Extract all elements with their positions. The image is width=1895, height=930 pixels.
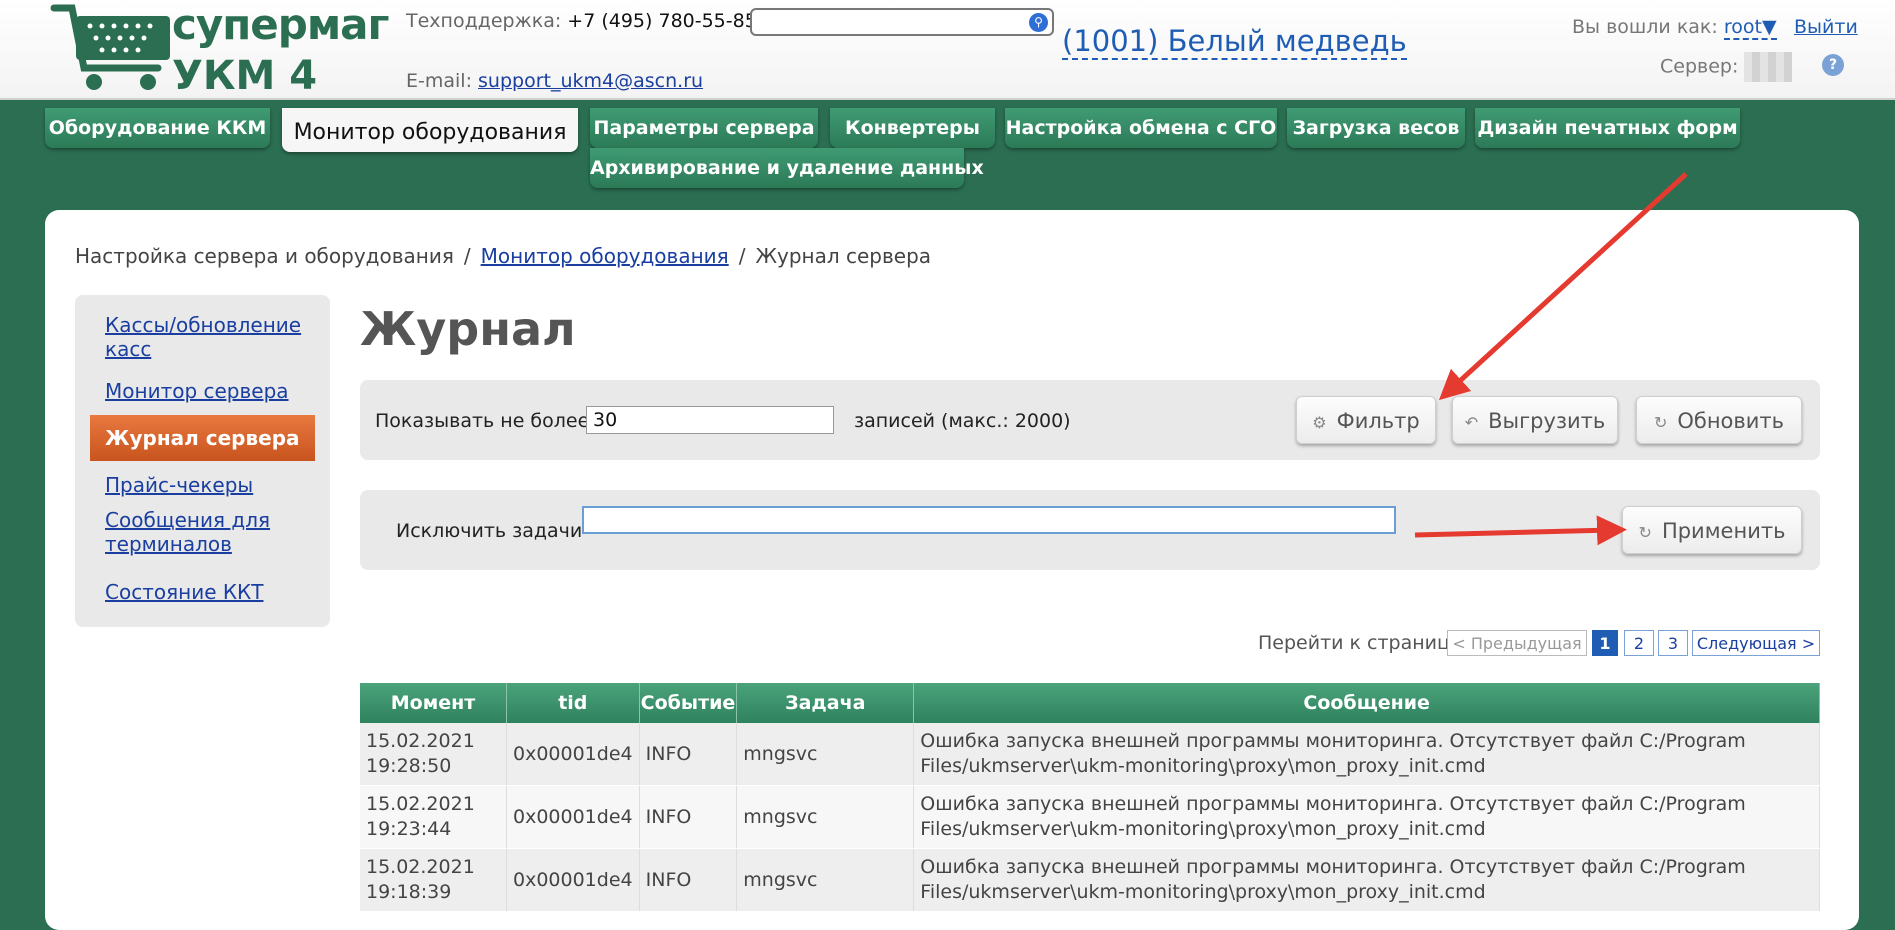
server-info: Сервер:	[1660, 52, 1793, 82]
server-label: Сервер:	[1660, 55, 1739, 78]
table-row: 15.02.2021 19:23:44 0x00001de4 INFO mngsv…	[360, 785, 1820, 849]
cell-message: Ошибка запуска внешней программы монитор…	[913, 723, 1820, 786]
exclude-tasks-input[interactable]	[582, 506, 1396, 534]
cell-tid: 0x00001de4	[506, 785, 640, 849]
cell-moment: 15.02.2021 19:23:44	[360, 785, 507, 849]
undo-arrow-icon: ↶	[1464, 413, 1479, 432]
cart-logo-icon	[50, 4, 170, 90]
pager-next-button[interactable]: Следующая >	[1692, 630, 1820, 656]
table-header-row: Момент tid Событие Задача Сообщение	[360, 683, 1820, 723]
chevron-down-icon: ▼	[1761, 16, 1777, 38]
tab-equipment-monitor[interactable]: Монитор оборудования	[282, 108, 578, 152]
pager-label: Перейти к странице:	[1258, 632, 1469, 654]
cell-task: mngsvc	[736, 848, 915, 912]
header: супермаг УКМ 4 Техподдержка: +7 (495) 78…	[0, 0, 1895, 100]
sidebar-item-server-monitor[interactable]: Монитор сервера	[105, 379, 315, 403]
cell-tid: 0x00001de4	[506, 723, 640, 786]
sidebar: Кассы/обновление касс Монитор сервера Жу…	[75, 295, 330, 627]
logo-text: супермаг УКМ 4	[172, 0, 389, 99]
cell-event: INFO	[639, 723, 738, 786]
tab-archiving[interactable]: Архивирование и удаление данных	[590, 148, 984, 188]
server-name-redacted	[1744, 52, 1793, 82]
logo-line2: УКМ 4	[172, 53, 318, 99]
cell-tid: 0x00001de4	[506, 848, 640, 912]
records-max-label: записей (макс.: 2000)	[854, 410, 1071, 432]
cell-moment: 15.02.2021 19:28:50	[360, 723, 507, 786]
logout-link[interactable]: Выйти	[1794, 16, 1858, 38]
tab-scales-load[interactable]: Загрузка весов	[1287, 108, 1465, 148]
help-icon[interactable]: ?	[1822, 54, 1844, 76]
logged-as-label: Вы вошли как:	[1572, 16, 1718, 38]
col-tid[interactable]: tid	[506, 683, 640, 723]
filter-bar: Показывать не более 30 записей (макс.: 2…	[360, 380, 1820, 460]
breadcrumb: Настройка сервера и оборудования / Монитор…	[75, 244, 932, 268]
search-input[interactable]: ⚲	[750, 8, 1054, 36]
support-email-link[interactable]: support_ukm4@ascn.ru	[478, 70, 703, 92]
tab-kkm-equipment[interactable]: Оборудование ККМ	[45, 108, 270, 148]
table-row: 15.02.2021 19:18:39 0x00001de4 INFO mngsv…	[360, 848, 1820, 912]
show-limit-input[interactable]: 30	[586, 406, 834, 434]
store-selector[interactable]: (1001) Белый медведь	[1062, 24, 1407, 60]
cell-task: mngsvc	[736, 723, 915, 786]
cell-moment: 15.02.2021 19:18:39	[360, 848, 507, 912]
support-phone: +7 (495) 780-55-85	[567, 10, 757, 32]
show-limit-label: Показывать не более	[375, 410, 590, 432]
cell-event: INFO	[639, 848, 738, 912]
tab-print-design[interactable]: Дизайн печатных форм	[1475, 108, 1740, 148]
user-dropdown[interactable]: root▼	[1723, 16, 1777, 40]
sidebar-item-terminal-messages[interactable]: Сообщения для терминалов	[105, 508, 315, 556]
pager-page-1[interactable]: 1	[1592, 630, 1618, 656]
sidebar-item-cashboxes[interactable]: Кассы/обновление касс	[105, 313, 315, 361]
log-table: Момент tid Событие Задача Сообщение 15.0…	[360, 683, 1820, 912]
login-info: Вы вошли как: root▼	[1572, 16, 1777, 40]
search-icon[interactable]: ⚲	[1029, 13, 1048, 32]
export-button[interactable]: ↶ Выгрузить	[1452, 396, 1618, 444]
breadcrumb-current: Журнал сервера	[755, 244, 932, 268]
exclude-tasks-label: Исключить задачи	[396, 520, 583, 542]
col-task[interactable]: Задача	[736, 683, 915, 723]
cell-message: Ошибка запуска внешней программы монитор…	[913, 785, 1820, 849]
page-title: Журнал	[360, 302, 576, 356]
apply-button[interactable]: ↻ Применить	[1622, 506, 1802, 554]
email-label: E-mail:	[406, 70, 472, 92]
sidebar-item-price-checkers[interactable]: Прайс-чекеры	[105, 473, 315, 497]
cell-event: INFO	[639, 785, 738, 849]
filter-button[interactable]: ⚙ Фильтр	[1296, 396, 1436, 444]
cell-message: Ошибка запуска внешней программы монитор…	[913, 848, 1820, 912]
refresh-button[interactable]: ↻ Обновить	[1636, 396, 1802, 444]
sidebar-item-server-log[interactable]: Журнал сервера	[90, 415, 315, 461]
sidebar-item-kkt-status[interactable]: Состояние ККТ	[105, 580, 315, 604]
contacts: Техподдержка: +7 (495) 780-55-85 E-mail:…	[406, 10, 757, 92]
refresh-icon: ↻	[1638, 523, 1652, 542]
pager-page-3[interactable]: 3	[1658, 630, 1688, 656]
col-event[interactable]: Событие	[639, 683, 738, 723]
logo-line1: супермаг	[172, 0, 389, 49]
refresh-icon: ↻	[1653, 413, 1668, 432]
breadcrumb-equipment-monitor-link[interactable]: Монитор оборудования	[481, 244, 729, 268]
col-message[interactable]: Сообщение	[913, 683, 1820, 723]
tab-converters[interactable]: Конвертеры	[830, 108, 995, 148]
exclude-tasks-bar: Исключить задачи ↻ Применить	[360, 490, 1820, 570]
support-label: Техподдержка:	[406, 10, 562, 32]
cell-task: mngsvc	[736, 785, 915, 849]
col-moment[interactable]: Момент	[360, 683, 507, 723]
breadcrumb-server-setup: Настройка сервера и оборудования	[75, 244, 454, 268]
pager-page-2[interactable]: 2	[1624, 630, 1654, 656]
pager-prev-button[interactable]: < Предыдущая	[1447, 630, 1587, 656]
tab-server-params[interactable]: Параметры сервера	[590, 108, 818, 148]
table-row: 15.02.2021 19:28:50 0x00001de4 INFO mngsv…	[360, 723, 1820, 786]
tab-sgo-exchange[interactable]: Настройка обмена с СГО	[1005, 108, 1277, 148]
gear-icon: ⚙	[1312, 413, 1327, 432]
